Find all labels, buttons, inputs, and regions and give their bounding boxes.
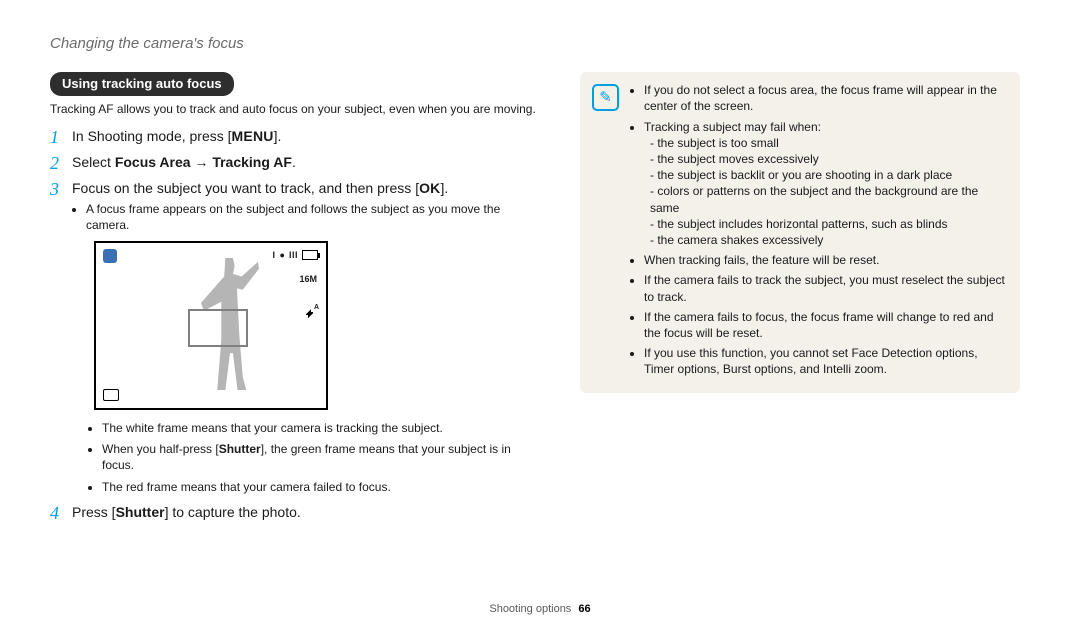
shutter-label: Shutter bbox=[116, 504, 165, 520]
frame-note-green: When you half-press [Shutter], the green… bbox=[102, 441, 540, 473]
lcd-resolution: 16M bbox=[299, 269, 317, 291]
step-text: ]. bbox=[274, 128, 282, 144]
step-number: 2 bbox=[50, 151, 59, 175]
note-subitem: the subject is too small bbox=[650, 135, 1006, 151]
lcd-top-status: I ● III bbox=[273, 249, 318, 261]
tracking-af-label: Tracking AF bbox=[212, 154, 292, 170]
note-subitem: colors or patterns on the subject and th… bbox=[650, 183, 1006, 215]
note-subitem: the camera shakes excessively bbox=[650, 232, 1006, 248]
note-icon: ✎ bbox=[592, 84, 619, 111]
ok-key-label: OK bbox=[419, 180, 440, 196]
left-column: Using tracking auto focus Tracking AF al… bbox=[50, 72, 540, 528]
flash-auto-label: A bbox=[314, 303, 319, 312]
step-text: ] to capture the photo. bbox=[165, 504, 301, 520]
focus-area-label: Focus Area bbox=[115, 154, 191, 170]
step-number: 1 bbox=[50, 125, 59, 149]
intro-text: Tracking AF allows you to track and auto… bbox=[50, 101, 540, 117]
note-item: If you use this function, you cannot set… bbox=[644, 345, 1006, 377]
info-note-box: ✎ If you do not select a focus area, the… bbox=[580, 72, 1020, 393]
step-number: 4 bbox=[50, 501, 59, 525]
battery-icon bbox=[302, 250, 318, 260]
page-footer: Shooting options 66 bbox=[0, 602, 1080, 617]
frame-note-red: The red frame means that your camera fai… bbox=[102, 479, 540, 495]
note-subitem: the subject includes horizontal patterns… bbox=[650, 216, 1006, 232]
note-item: If you do not select a focus area, the f… bbox=[644, 82, 1006, 114]
level-icon: III bbox=[289, 249, 298, 261]
focus-frame bbox=[188, 309, 248, 347]
note-subitem: the subject moves excessively bbox=[650, 151, 1006, 167]
dot-icon: ● bbox=[280, 249, 285, 261]
step-3: 3 Focus on the subject you want to track… bbox=[50, 179, 540, 495]
step-4: 4 Press [Shutter] to capture the photo. bbox=[50, 503, 540, 522]
page-section-title: Changing the camera's focus bbox=[50, 34, 1030, 54]
step-text: In Shooting mode, press [ bbox=[72, 128, 232, 144]
note-text: When you half-press [ bbox=[102, 442, 219, 456]
note-text: Tracking a subject may fail when: bbox=[644, 120, 821, 134]
step-text: ]. bbox=[441, 180, 449, 196]
page-number: 66 bbox=[578, 603, 590, 615]
step-text: . bbox=[292, 154, 296, 170]
shutter-label: Shutter bbox=[219, 442, 261, 456]
frame-note-white: The white frame means that your camera i… bbox=[102, 420, 540, 436]
note-item: Tracking a subject may fail when: the su… bbox=[644, 119, 1006, 249]
menu-key-label: MENU bbox=[232, 128, 274, 144]
right-column: ✎ If you do not select a focus area, the… bbox=[580, 72, 1020, 528]
step-text: Press [ bbox=[72, 504, 116, 520]
step-1: 1 In Shooting mode, press [MENU]. bbox=[50, 127, 540, 146]
counter-icon: I bbox=[273, 249, 276, 261]
footer-section: Shooting options bbox=[489, 603, 571, 615]
note-item: If the camera fails to track the subject… bbox=[644, 272, 1006, 304]
note-item: When tracking fails, the feature will be… bbox=[644, 252, 1006, 268]
topic-pill: Using tracking auto focus bbox=[50, 72, 234, 96]
step-number: 3 bbox=[50, 177, 59, 201]
mode-icon bbox=[103, 249, 117, 263]
step-text: Focus on the subject you want to track, … bbox=[72, 180, 419, 196]
arrow: → bbox=[191, 154, 213, 170]
note-item: If the camera fails to focus, the focus … bbox=[644, 309, 1006, 341]
note-subitem: the subject is backlit or you are shooti… bbox=[650, 167, 1006, 183]
camera-lcd-illustration: I ● III 16M A bbox=[94, 241, 328, 410]
step-2: 2 Select Focus Area → Tracking AF. bbox=[50, 153, 540, 172]
step-3-note: A focus frame appears on the subject and… bbox=[86, 201, 540, 233]
memory-icon bbox=[103, 389, 119, 401]
step-text: Select bbox=[72, 154, 115, 170]
